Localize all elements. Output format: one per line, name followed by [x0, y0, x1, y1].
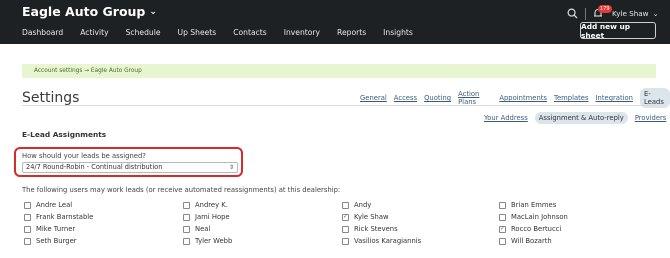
users-intro: The following users may work leads (or r… — [22, 186, 341, 194]
user-checkbox-item[interactable]: Brian Emmes — [499, 201, 556, 209]
user-checkbox-item[interactable]: Tyler Webb — [183, 237, 232, 245]
notification-count-badge: 179 — [598, 5, 612, 13]
search-icon[interactable] — [567, 8, 578, 19]
user-checkbox[interactable] — [183, 225, 190, 233]
nav-contacts[interactable]: Contacts — [233, 28, 267, 37]
user-checkbox[interactable] — [24, 201, 31, 209]
user-checkbox-item[interactable]: Will Bozarth — [499, 237, 552, 245]
user-name: Kyle Shaw — [612, 9, 649, 18]
user-name-label: Jami Hope — [195, 213, 230, 221]
tab-action-plans[interactable]: Action Plans — [458, 90, 492, 106]
user-name-label: Tyler Webb — [195, 237, 233, 245]
user-checkbox[interactable] — [342, 225, 349, 233]
nav-reports[interactable]: Reports — [337, 28, 366, 37]
user-name-label: Mike Turner — [36, 225, 76, 233]
section-title: E-Lead Assignments — [22, 130, 107, 139]
user-name-label: Rocco Bertucci — [511, 225, 562, 233]
user-checkbox[interactable] — [24, 237, 31, 245]
page-title: Settings — [22, 90, 80, 106]
user-menu[interactable]: Kyle Shaw ⌄ — [612, 9, 659, 18]
user-checkbox-item[interactable]: Rocco Bertucci — [499, 225, 561, 233]
e-leads-sub-tabs: Your Address Assignment & Auto-reply Pro… — [484, 112, 666, 124]
user-name-label: Andre Leal — [36, 201, 73, 209]
user-name-label: Will Bozarth — [511, 237, 552, 245]
user-checkbox[interactable] — [183, 213, 190, 221]
nav-dashboard[interactable]: Dashboard — [22, 28, 63, 37]
user-checkbox-item[interactable]: Andrey K. — [183, 201, 228, 209]
tab-integration[interactable]: Integration — [596, 94, 633, 102]
user-checkbox[interactable] — [24, 225, 31, 233]
assignment-method-select[interactable]: 24/7 Round-Robin - Continual distributio… — [22, 162, 238, 173]
user-name-label: Andrey K. — [195, 201, 228, 209]
user-checkbox-item[interactable]: Seth Burger — [24, 237, 77, 245]
chevron-down-icon: ⌄ — [149, 6, 157, 17]
user-name-label: Rick Stevens — [354, 225, 398, 233]
user-name-label: Frank Barnstable — [36, 213, 94, 221]
user-checkbox-item[interactable]: MacLain Johnson — [499, 213, 568, 221]
user-checkbox[interactable] — [499, 237, 506, 245]
top-header: Eagle Auto Group ⌄ Dashboard Activity Sc… — [0, 0, 670, 44]
user-checkbox[interactable] — [499, 225, 506, 233]
dealership-name: Eagle Auto Group — [22, 4, 146, 19]
assignment-selected-value: 24/7 Round-Robin - Continual distributio… — [26, 163, 163, 171]
nav-schedule[interactable]: Schedule — [126, 28, 161, 37]
user-checkbox[interactable] — [499, 213, 506, 221]
dealership-switcher[interactable]: Eagle Auto Group ⌄ — [22, 4, 157, 19]
nav-up-sheets[interactable]: Up Sheets — [178, 28, 217, 37]
user-checkbox[interactable] — [183, 201, 190, 209]
select-arrow-icon: ⇕ — [228, 164, 234, 171]
user-name-label: MacLain Johnson — [511, 213, 568, 221]
user-checkbox-item[interactable]: Kyle Shaw — [342, 213, 389, 221]
user-name-label: Vasilios Karagiannis — [354, 237, 422, 245]
tab-general[interactable]: General — [360, 94, 387, 102]
assignment-question: How should your leads be assigned? — [22, 152, 146, 160]
user-checkbox-item[interactable]: Mike Turner — [24, 225, 75, 233]
tab-templates[interactable]: Templates — [554, 94, 589, 102]
user-checkbox-item[interactable]: Neal — [183, 225, 210, 233]
user-checkbox[interactable] — [342, 237, 349, 245]
user-name-label: Seth Burger — [36, 237, 77, 245]
user-name-label: Andy — [354, 201, 372, 209]
header-divider — [585, 8, 586, 20]
user-checkbox[interactable] — [499, 201, 506, 209]
add-new-up-sheet-button[interactable]: Add new up sheet — [580, 22, 656, 40]
tab-access[interactable]: Access — [394, 94, 417, 102]
user-checkbox[interactable] — [342, 201, 349, 209]
user-checkbox-item[interactable]: Frank Barnstable — [24, 213, 93, 221]
user-checkbox[interactable] — [24, 213, 31, 221]
main-nav: Dashboard Activity Schedule Up Sheets Co… — [22, 28, 413, 37]
user-checkbox[interactable] — [342, 213, 349, 221]
user-name-label: Kyle Shaw — [354, 213, 389, 221]
tab-quoting[interactable]: Quoting — [424, 94, 451, 102]
user-name-label: Brian Emmes — [511, 201, 557, 209]
nav-activity[interactable]: Activity — [80, 28, 108, 37]
user-checkbox-item[interactable]: Rick Stevens — [342, 225, 398, 233]
subtab-providers[interactable]: Providers — [635, 114, 667, 122]
user-checkbox[interactable] — [183, 237, 190, 245]
subtab-your-address[interactable]: Your Address — [484, 114, 528, 122]
user-checkbox-item[interactable]: Vasilios Karagiannis — [342, 237, 421, 245]
user-checkbox-item[interactable]: Andy — [342, 201, 371, 209]
chevron-down-icon: ⌄ — [652, 9, 659, 18]
nav-inventory[interactable]: Inventory — [284, 28, 320, 37]
subtab-assignment-auto-reply[interactable]: Assignment & Auto-reply — [534, 112, 628, 124]
breadcrumb: Account settings → Eagle Auto Group — [22, 64, 656, 78]
user-name-label: Neal — [195, 225, 211, 233]
tab-appointments[interactable]: Appointments — [499, 94, 547, 102]
divider — [22, 105, 656, 106]
nav-insights[interactable]: Insights — [383, 28, 413, 37]
user-checkbox-item[interactable]: Jami Hope — [183, 213, 230, 221]
user-checkbox-item[interactable]: Andre Leal — [24, 201, 72, 209]
